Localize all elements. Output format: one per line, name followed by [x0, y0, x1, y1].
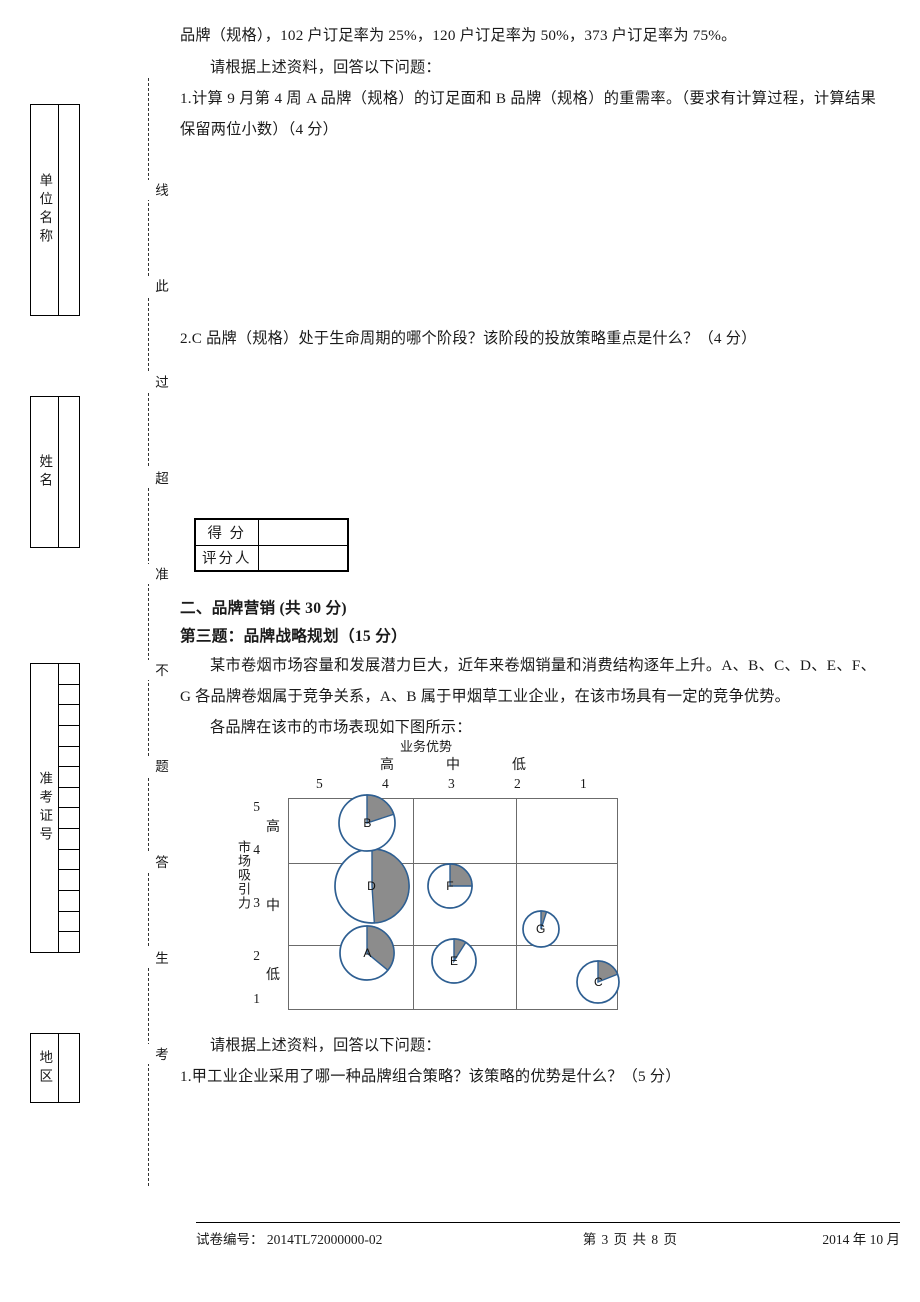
chart-x-tick: 1 [580, 776, 587, 791]
intro-line: 品牌（规格），102 户订足率为 25%，120 户订足率为 50%，373 户… [180, 27, 737, 44]
chart-y-category: 高 [266, 819, 280, 835]
chart-bubble-g: G [521, 909, 561, 949]
footer-paper-number: 试卷编号： 2014TL72000000-02 [196, 1232, 383, 1247]
exam-number-label-cell: 准考证号 [31, 664, 59, 952]
question-2: 2.C 品牌（规格）处于生命周期的哪个阶段？该阶段的投放策略重点是什么？（4 分… [180, 330, 757, 347]
score-table: 得 分 评分人 [194, 518, 349, 572]
chart-x-category: 低 [512, 758, 526, 773]
chart-bubble-e: E [430, 937, 478, 985]
chart-bubble-d: D [333, 847, 411, 925]
chart-bubble-a: A [338, 924, 396, 982]
unit-name-box[interactable]: 单位名称 [30, 104, 80, 316]
chart-bubble-label: E [449, 953, 459, 968]
chart-bubble-label: G [535, 921, 546, 936]
chart-bubble-b: B [337, 793, 397, 853]
seal-line-char: 答 [133, 852, 168, 872]
score-label: 得 分 [194, 518, 259, 546]
question-3: 1.甲工业企业采用了哪一种品牌组合策略？该策略的优势是什么？（5 分） [180, 1068, 681, 1085]
exam-number-cell[interactable] [59, 726, 79, 747]
exam-number-label: 准考证号 [37, 771, 53, 845]
exam-number-cell[interactable] [59, 829, 79, 850]
exam-number-cell[interactable] [59, 850, 79, 871]
exam-number-cell[interactable] [59, 932, 79, 952]
footer: 试卷编号： 2014TL72000000-02 第 3 页 共 8 页 2014… [196, 1228, 900, 1248]
seal-line-char: 线 [133, 180, 168, 200]
question-1: 1.计算 9 月第 4 周 A 品牌（规格）的订足面和 B 品牌（规格）的重需率… [180, 90, 876, 138]
unit-name-label-cell: 单位名称 [31, 105, 59, 315]
unit-name-label: 单位名称 [37, 173, 53, 247]
grader-value[interactable] [257, 544, 349, 572]
chart-bubble-label: F [446, 879, 454, 894]
scenario-paragraph: 某市卷烟市场容量和发展潜力巨大，近年来卷烟销量和消费结构逐年上升。A、B、C、D… [180, 657, 876, 705]
main-content: 品牌（规格），102 户订足率为 25%，120 户订足率为 50%，373 户… [176, 0, 920, 1302]
footer-page-number: 第 3 页 共 8 页 [582, 1232, 679, 1247]
sidebar: 单位名称 姓名 准考证号 地区 线此过超准不题答生考 [0, 0, 175, 1302]
chart-x-tick: 3 [448, 776, 455, 791]
chart-bubble-label: B [363, 815, 372, 830]
exam-number-box[interactable]: 准考证号 [30, 663, 80, 953]
chart-bubble-label: C [594, 974, 603, 989]
footer-divider [196, 1222, 900, 1224]
seal-line-char: 题 [133, 756, 168, 776]
table-row: 评分人 [194, 544, 349, 572]
footer-date: 2014 年 10 月 [822, 1232, 900, 1247]
seal-line-char: 考 [133, 1044, 168, 1064]
chart-y-category: 中 [266, 899, 280, 914]
sub-heading: 第三题：品牌战略规划（15 分） [180, 628, 408, 645]
student-name-label: 姓名 [37, 453, 53, 491]
exam-number-cell[interactable] [59, 685, 79, 706]
chart-y-tick: 1 [253, 991, 260, 1006]
seal-line-char: 生 [133, 948, 168, 968]
chart-x-axis-title: 业务优势 [400, 739, 453, 754]
seal-line-char: 准 [133, 564, 168, 584]
chart-bubble-f: F [426, 862, 474, 910]
seal-line-char: 过 [133, 372, 168, 392]
exam-number-cell[interactable] [59, 705, 79, 726]
exam-number-cell[interactable] [59, 767, 79, 788]
chart-bubble-c: C [575, 959, 621, 1005]
chart-y-tick: 5 [253, 799, 260, 814]
exam-number-cell[interactable] [59, 891, 79, 912]
chart-gridline-vertical [412, 799, 414, 1009]
seal-line-char: 超 [133, 468, 168, 488]
region-box[interactable]: 地区 [30, 1033, 80, 1103]
chart-bubble-label: D [367, 879, 376, 894]
chart-x-category: 中 [446, 758, 460, 773]
exam-number-cell[interactable] [59, 664, 79, 685]
seal-dashed-line [148, 78, 149, 1186]
chart-gridline-vertical [515, 799, 518, 1009]
chart-bubble-label: A [363, 945, 372, 960]
student-name-box[interactable]: 姓名 [30, 396, 80, 548]
region-input[interactable] [59, 1034, 79, 1102]
region-label-cell: 地区 [31, 1034, 59, 1102]
exam-number-cell[interactable] [59, 912, 79, 933]
prompt-line-1: 请根据上述资料，回答以下问题： [210, 59, 441, 76]
student-name-label-cell: 姓名 [31, 397, 59, 547]
exam-number-cells[interactable] [59, 664, 79, 952]
section-heading: 二、品牌营销 (共 30 分) [180, 600, 347, 617]
chart-x-tick: 4 [382, 776, 389, 791]
market-matrix-chart: 业务优势 高中低 54321 54321 高中低 市场吸引力 EGCFADB [224, 736, 654, 1026]
score-value[interactable] [257, 518, 349, 546]
exam-page: 单位名称 姓名 准考证号 地区 线此过超准不题答生考 品牌（规格），102 户订… [0, 0, 920, 1302]
chart-y-axis-title: 市场吸引力 [236, 840, 251, 910]
seal-line-char: 此 [133, 276, 168, 296]
exam-number-cell[interactable] [59, 808, 79, 830]
chart-x-tick: 2 [514, 776, 521, 791]
student-name-input[interactable] [59, 397, 79, 547]
exam-number-cell[interactable] [59, 747, 79, 768]
unit-name-input[interactable] [59, 105, 79, 315]
exam-number-cell[interactable] [59, 870, 79, 892]
prompt-line-2: 请根据上述资料，回答以下问题： [210, 1037, 441, 1054]
table-row: 得 分 [194, 518, 349, 546]
exam-number-cell[interactable] [59, 788, 79, 809]
region-label: 地区 [37, 1049, 53, 1087]
chart-plot-area: E G C F A D B [288, 794, 621, 1010]
chart-y-category: 低 [266, 967, 280, 983]
grader-label: 评分人 [194, 544, 259, 572]
chart-y-tick: 2 [253, 948, 260, 963]
chart-x-tick: 5 [316, 776, 323, 791]
chart-x-category: 高 [380, 758, 394, 773]
seal-line-char: 不 [133, 660, 168, 680]
